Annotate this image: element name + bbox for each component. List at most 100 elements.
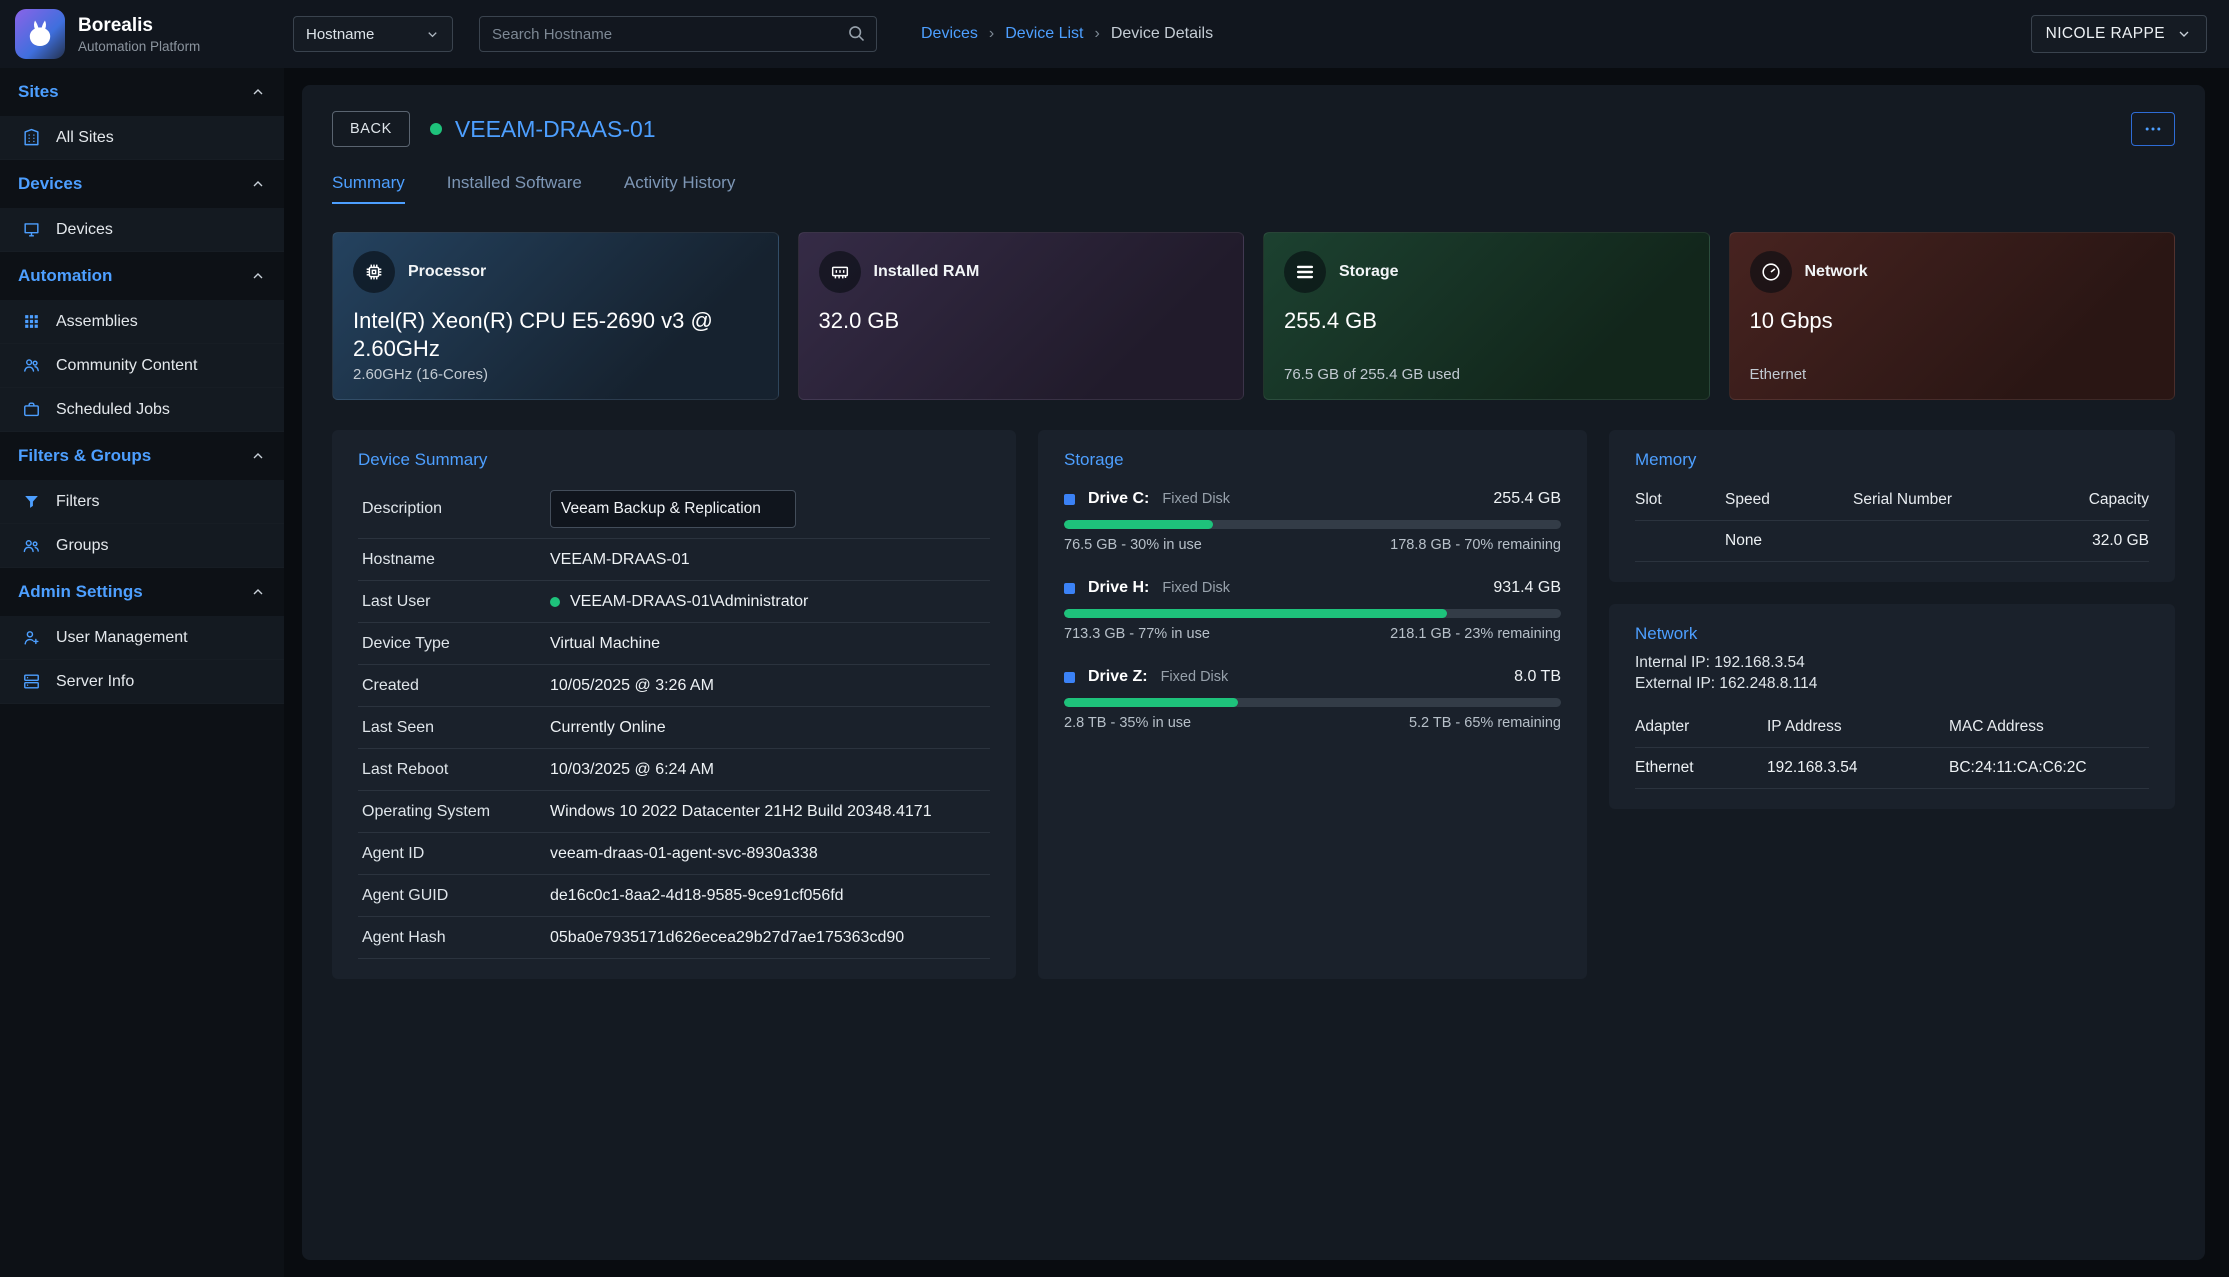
- sidebar: Sites All Sites Devices Devices Automati…: [0, 68, 284, 1277]
- sidebar-item-assemblies[interactable]: Assemblies: [0, 300, 284, 344]
- sidebar-section-devices[interactable]: Devices: [0, 160, 284, 208]
- storage-stack-icon: [1284, 251, 1326, 293]
- summary-row-operating-system: Operating System Windows 10 2022 Datacen…: [358, 791, 990, 833]
- drive-remaining: 218.1 GB - 23% remaining: [1390, 626, 1561, 642]
- drive-c: Drive C: Fixed Disk 255.4 GB 76.5 GB - 3…: [1064, 490, 1561, 553]
- panel-title: Device Summary: [358, 450, 990, 470]
- sidebar-section-sites[interactable]: Sites: [0, 68, 284, 116]
- drive-bullet-icon: [1064, 494, 1075, 505]
- summary-row-hostname: Hostname VEEAM-DRAAS-01: [358, 539, 990, 581]
- sidebar-item-label: Assemblies: [56, 313, 138, 331]
- card-subtitle: 2.60GHz (16-Cores): [353, 366, 488, 383]
- section-label: Devices: [18, 174, 82, 194]
- groups-icon: [22, 536, 41, 555]
- storage-card: Storage 255.4 GB 76.5 GB of 255.4 GB use…: [1263, 232, 1710, 400]
- building-icon: [22, 128, 41, 147]
- section-label: Sites: [18, 82, 59, 102]
- online-status-dot: [550, 597, 560, 607]
- sidebar-item-label: Community Content: [56, 357, 197, 375]
- drive-used: 713.3 GB - 77% in use: [1064, 626, 1210, 642]
- search-input[interactable]: [479, 16, 877, 52]
- sidebar-section-admin-settings[interactable]: Admin Settings: [0, 568, 284, 616]
- rabbit-icon: [23, 17, 57, 51]
- drive-usage-bar: [1064, 698, 1561, 707]
- cpu-icon: [353, 251, 395, 293]
- chevron-down-icon: [2176, 26, 2192, 42]
- network-table-row: Ethernet 192.168.3.54 BC:24:11:CA:C6:2C: [1635, 748, 2149, 789]
- summary-row-created: Created 10/05/2025 @ 3:26 AM: [358, 665, 990, 707]
- memory-table-header: Slot Speed Serial Number Capacity: [1635, 480, 2149, 521]
- device-details-panel: BACK VEEAM-DRAAS-01 Summary Installed So…: [302, 85, 2205, 1260]
- device-summary-panel: Device Summary Description Hostname VEEA…: [332, 430, 1016, 979]
- sidebar-item-user-management[interactable]: User Management: [0, 616, 284, 660]
- internal-ip: Internal IP: 192.168.3.54: [1635, 654, 2149, 672]
- installed-ram-card: Installed RAM 32.0 GB: [798, 232, 1245, 400]
- summary-row-agent-id: Agent ID veeam-draas-01-agent-svc-8930a3…: [358, 833, 990, 875]
- sidebar-item-groups[interactable]: Groups: [0, 524, 284, 568]
- grid-icon: [22, 312, 41, 331]
- topbar: Borealis Automation Platform Hostname De…: [0, 0, 2229, 68]
- section-label: Admin Settings: [18, 582, 143, 602]
- sidebar-item-devices[interactable]: Devices: [0, 208, 284, 252]
- description-input[interactable]: [550, 490, 796, 528]
- panel-title: Network: [1635, 624, 2149, 644]
- server-icon: [22, 672, 41, 691]
- card-value: Intel(R) Xeon(R) CPU E5-2690 v3 @ 2.60GH…: [353, 307, 725, 363]
- sidebar-item-label: Groups: [56, 537, 108, 555]
- breadcrumb-devices[interactable]: Devices: [921, 25, 978, 43]
- more-actions-button[interactable]: [2131, 112, 2175, 146]
- tab-summary[interactable]: Summary: [332, 173, 405, 204]
- card-title: Installed RAM: [874, 263, 980, 281]
- sidebar-item-label: Filters: [56, 493, 100, 511]
- sidebar-item-scheduled-jobs[interactable]: Scheduled Jobs: [0, 388, 284, 432]
- back-button[interactable]: BACK: [332, 111, 410, 147]
- people-icon: [22, 356, 41, 375]
- search-box: [479, 16, 877, 52]
- chevron-down-icon: [425, 27, 440, 42]
- borealis-logo-icon: [15, 9, 65, 59]
- brand-text: Borealis Automation Platform: [78, 15, 200, 54]
- sidebar-item-label: Devices: [56, 221, 113, 239]
- sidebar-section-automation[interactable]: Automation: [0, 252, 284, 300]
- tab-activity-history[interactable]: Activity History: [624, 173, 735, 204]
- network-panel: Network Internal IP: 192.168.3.54 Extern…: [1609, 604, 2175, 809]
- summary-row-last-seen: Last Seen Currently Online: [358, 707, 990, 749]
- summary-row-agent-hash: Agent Hash 05ba0e7935171d626ecea29b27d7a…: [358, 917, 990, 959]
- hostname-filter-dropdown[interactable]: Hostname: [293, 16, 453, 52]
- drive-usage-bar: [1064, 520, 1561, 529]
- device-title: VEEAM-DRAAS-01: [430, 116, 656, 143]
- section-label: Filters & Groups: [18, 446, 151, 466]
- sidebar-section-filters-groups[interactable]: Filters & Groups: [0, 432, 284, 480]
- card-value: 10 Gbps: [1750, 307, 2122, 335]
- filter-icon: [22, 492, 41, 511]
- sidebar-item-filters[interactable]: Filters: [0, 480, 284, 524]
- panel-title: Storage: [1064, 450, 1561, 470]
- chevron-up-icon: [250, 268, 266, 284]
- summary-row-last-user: Last User VEEAM-DRAAS-01\Administrator: [358, 581, 990, 623]
- memory-panel: Memory Slot Speed Serial Number Capacity…: [1609, 430, 2175, 582]
- stat-cards: Processor Intel(R) Xeon(R) CPU E5-2690 v…: [332, 232, 2175, 400]
- network-card: Network 10 Gbps Ethernet: [1729, 232, 2176, 400]
- drive-remaining: 178.8 GB - 70% remaining: [1390, 537, 1561, 553]
- detail-columns: Device Summary Description Hostname VEEA…: [332, 430, 2175, 979]
- user-menu-button[interactable]: NICOLE RAPPE: [2031, 15, 2207, 53]
- monitor-icon: [22, 220, 41, 239]
- breadcrumb-device-list[interactable]: Device List: [1005, 25, 1083, 43]
- user-management-icon: [22, 628, 41, 647]
- tab-installed-software[interactable]: Installed Software: [447, 173, 582, 204]
- drive-usage-bar: [1064, 609, 1561, 618]
- network-table-header: Adapter IP Address MAC Address: [1635, 707, 2149, 748]
- sidebar-item-all-sites[interactable]: All Sites: [0, 116, 284, 160]
- user-name: NICOLE RAPPE: [2046, 25, 2165, 43]
- drive-used: 76.5 GB - 30% in use: [1064, 537, 1202, 553]
- online-status-dot: [430, 123, 442, 135]
- card-subtitle: Ethernet: [1750, 366, 1807, 383]
- sidebar-item-server-info[interactable]: Server Info: [0, 660, 284, 704]
- dropdown-selected-value: Hostname: [306, 26, 374, 43]
- chevron-up-icon: [250, 448, 266, 464]
- page-header: BACK VEEAM-DRAAS-01: [332, 111, 2175, 147]
- summary-row-device-type: Device Type Virtual Machine: [358, 623, 990, 665]
- card-value: 255.4 GB: [1284, 307, 1656, 335]
- card-subtitle: 76.5 GB of 255.4 GB used: [1284, 366, 1460, 383]
- sidebar-item-community-content[interactable]: Community Content: [0, 344, 284, 388]
